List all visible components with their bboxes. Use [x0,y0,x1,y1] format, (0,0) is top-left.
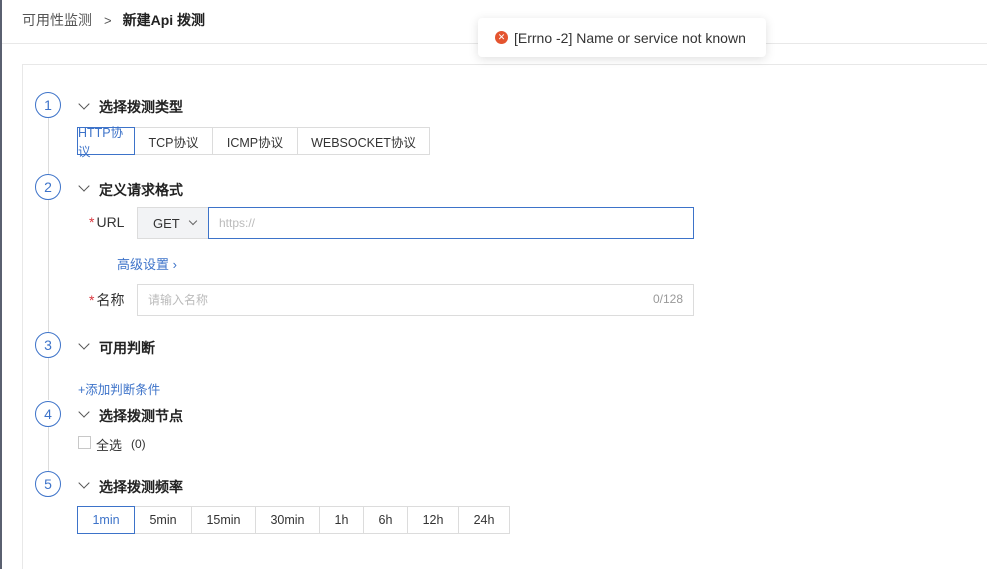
window-left-edge [0,0,2,569]
url-label: * URL [89,214,125,230]
frequency-option-1min[interactable]: 1min [77,506,135,534]
protocol-option-http[interactable]: HTTP协议 [77,126,135,159]
step-title-judgement: 可用判断 [99,340,155,356]
step-number-3: 3 [35,332,61,358]
step-connector [48,118,49,176]
chevron-down-icon [188,216,198,226]
breadcrumb-parent-link[interactable]: 可用性监测 [22,10,92,30]
name-char-count: 0/128 [653,292,684,306]
step-connector [48,427,49,471]
step-title-request: 定义请求格式 [99,182,183,198]
frequency-option-6h[interactable]: 6h [363,506,408,534]
name-input[interactable] [137,284,694,316]
select-all-label[interactable]: 全选 [96,435,122,454]
frequency-option-1h[interactable]: 1h [319,506,364,534]
step-number-5: 5 [35,471,61,497]
name-label: * 名称 [89,292,125,308]
error-toast: ✕ [Errno -2] Name or service not known [478,18,766,57]
step-title-frequency: 选择拨测频率 [99,479,183,495]
add-condition-link[interactable]: +添加判断条件 [78,379,160,398]
frequency-selector: 1min 5min 15min 30min 1h 6h 12h 24h [77,506,510,534]
selected-node-count: (0) [131,437,146,451]
error-circle-icon: ✕ [495,31,508,44]
step-number-1: 1 [35,92,61,118]
select-all-checkbox[interactable] [78,436,91,449]
required-mark: * [89,292,95,308]
frequency-option-5min[interactable]: 5min [134,506,192,534]
breadcrumb-current: 新建Api 拨测 [122,12,206,28]
step-connector [48,358,49,400]
step-title-nodes: 选择拨测节点 [99,408,183,424]
required-mark: * [89,214,95,230]
toast-message: [Errno -2] Name or service not known [514,29,746,46]
protocol-option-icmp[interactable]: ICMP协议 [212,127,298,155]
url-input[interactable] [208,207,694,239]
frequency-option-12h[interactable]: 12h [407,506,459,534]
protocol-option-tcp[interactable]: TCP协议 [134,127,213,155]
breadcrumb: 可用性监测 > 新建Api 拨测 [22,11,205,29]
step-number-2: 2 [35,174,61,200]
protocol-selector: HTTP协议 TCP协议 ICMP协议 WEBSOCKET协议 [77,126,430,159]
http-method-value: GET [153,215,180,231]
advanced-settings-link[interactable]: 高级设置 › [117,254,177,273]
protocol-option-websocket[interactable]: WEBSOCKET协议 [297,127,430,155]
step-number-4: 4 [35,401,61,427]
breadcrumb-separator: > [104,12,112,28]
frequency-option-15min[interactable]: 15min [191,506,256,534]
step-connector [48,200,49,332]
frequency-option-24h[interactable]: 24h [458,506,510,534]
http-method-select[interactable]: GET [137,207,208,239]
step-title-type: 选择拨测类型 [99,99,183,115]
frequency-option-30min[interactable]: 30min [255,506,320,534]
